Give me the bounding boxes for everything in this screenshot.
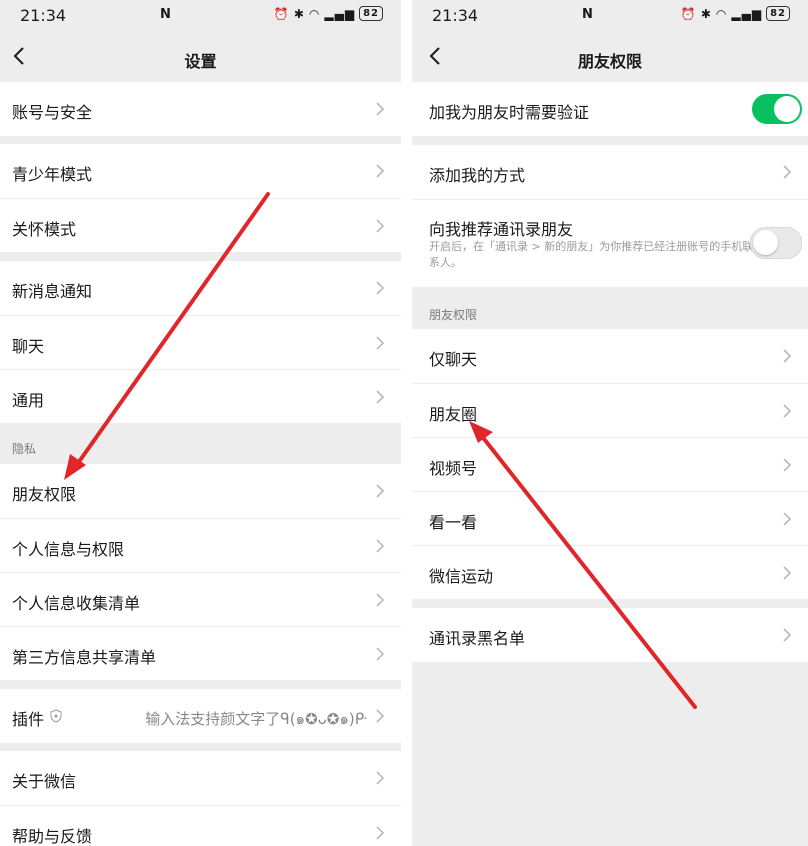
permission-item-chat-only[interactable]: 仅聊天 [412, 329, 808, 383]
settings-item-third-party-list[interactable]: 第三方信息共享清单 [0, 627, 401, 680]
bluetooth-icon: ✱ [293, 6, 305, 21]
item-label: 青少年模式 [12, 165, 93, 184]
chevron-right-icon [376, 538, 385, 553]
item-label: 新消息通知 [12, 282, 93, 301]
chevron-right-icon [376, 335, 385, 350]
item-label: 第三方信息共享清单 [12, 647, 157, 667]
chevron-right-icon [783, 628, 792, 642]
item-label: 微信运动 [429, 566, 494, 586]
wifi-icon: ◠ [715, 6, 728, 21]
settings-item-youth-mode[interactable]: 青少年模式 [0, 144, 401, 198]
item-label: 帮助与反馈 [12, 827, 93, 846]
alarm-icon: ⏰ [680, 6, 697, 21]
battery-icon: 82 [766, 6, 790, 21]
settings-item-care-mode[interactable]: 关怀模式 [0, 199, 401, 252]
plugins-value: 输入法支持颜文字了ᑫ(๑✪ᴗ✪๑)ᑷ [145, 709, 367, 728]
bluetooth-icon: ✱ [700, 6, 712, 21]
chevron-right-icon [783, 349, 792, 363]
chevron-right-icon [376, 646, 385, 661]
signal-icon: ▂▄▆ [324, 6, 356, 21]
nfc-icon: N [160, 7, 171, 22]
status-icons: ⏰ ✱ ◠ ▂▄▆ 82 [274, 6, 383, 21]
chevron-right-icon [376, 709, 385, 723]
item-label: 通讯录黑名单 [429, 629, 526, 648]
chevron-right-icon [783, 457, 792, 472]
section-header-friend-permissions: 朋友权限 [429, 308, 478, 322]
item-label: 视频号 [429, 458, 478, 478]
chevron-right-icon [376, 389, 385, 404]
permission-item-top-stories[interactable]: 看一看 [412, 492, 808, 545]
settings-item-help[interactable]: 帮助与反馈 [0, 806, 401, 846]
status-bar: 21:34 N ⏰ ✱ ◠ ▂▄▆ 82 [412, 0, 808, 34]
permission-item-channels[interactable]: 视频号 [412, 438, 808, 491]
settings-item-about[interactable]: 关于微信 [0, 751, 401, 805]
recommend-contacts-toggle[interactable] [750, 227, 802, 259]
wifi-icon: ◠ [308, 6, 321, 21]
settings-item-personal-info-permissions[interactable]: 个人信息与权限 [0, 519, 401, 572]
chevron-right-icon [376, 102, 385, 116]
chevron-right-icon [783, 511, 792, 526]
item-label: 通用 [12, 390, 45, 410]
alarm-icon: ⏰ [273, 6, 290, 21]
settings-item-personal-info-list[interactable]: 个人信息收集清单 [0, 573, 401, 626]
chevron-right-icon [376, 281, 385, 295]
signal-icon: ▂▄▆ [731, 6, 763, 21]
item-label: 向我推荐通讯录朋友 [429, 220, 574, 239]
setting-add-methods[interactable]: 添加我的方式 [412, 145, 808, 199]
status-time: 21:34 [20, 6, 67, 25]
chevron-right-icon [376, 484, 385, 498]
chevron-right-icon [783, 565, 792, 580]
battery-icon: 82 [359, 6, 383, 21]
recommend-description: 开启后，在「通讯录 > 新的朋友」为你推荐已经注册账号的手机联系人。 [429, 240, 754, 269]
item-label: 加我为朋友时需要验证 [429, 103, 590, 122]
chevron-right-icon [376, 592, 385, 607]
setting-recommend-contacts: 向我推荐通讯录朋友 开启后，在「通讯录 > 新的朋友」为你推荐已经注册账号的手机… [412, 200, 808, 287]
chevron-right-icon [783, 403, 792, 418]
settings-item-general[interactable]: 通用 [0, 370, 401, 423]
permission-item-moments[interactable]: 朋友圈 [412, 384, 808, 437]
item-label: 个人信息与权限 [12, 539, 125, 559]
item-label: 聊天 [12, 336, 45, 356]
settings-item-plugins[interactable]: 插件 输入法支持颜文字了ᑫ(๑✪ᴗ✪๑)ᑷ [0, 689, 401, 743]
permission-item-blacklist[interactable]: 通讯录黑名单 [412, 608, 808, 662]
item-label: 朋友圈 [429, 404, 478, 424]
nav-bar: 朋友权限 [412, 34, 808, 82]
chevron-right-icon [376, 218, 385, 233]
chevron-right-icon [376, 826, 385, 840]
verify-toggle[interactable] [752, 94, 802, 124]
status-bar: 21:34 N ⏰ ✱ ◠ ▂▄▆ 82 [0, 0, 401, 34]
settings-item-chat[interactable]: 聊天 [0, 316, 401, 369]
panel-gap [401, 0, 412, 846]
item-label: 关于微信 [12, 772, 77, 791]
shield-icon [50, 709, 62, 723]
item-label: 插件 [12, 710, 45, 729]
section-header-privacy: 隐私 [12, 442, 37, 456]
chevron-right-icon [376, 771, 385, 785]
friend-permissions-screen: 21:34 N ⏰ ✱ ◠ ▂▄▆ 82 朋友权限 加我为朋友时需要验证 添加我… [412, 0, 808, 846]
settings-item-friend-permissions[interactable]: 朋友权限 [0, 464, 401, 518]
status-icons: ⏰ ✱ ◠ ▂▄▆ 82 [681, 6, 790, 21]
item-label: 个人信息收集清单 [12, 593, 141, 613]
item-label: 添加我的方式 [429, 166, 526, 185]
toggle-knob [774, 96, 800, 122]
item-label: 仅聊天 [429, 350, 478, 369]
chevron-right-icon [376, 164, 385, 178]
settings-item-account-security[interactable]: 账号与安全 [0, 82, 401, 136]
nav-bar: 设置 [0, 34, 401, 82]
status-time: 21:34 [432, 6, 479, 25]
item-label: 朋友权限 [12, 485, 77, 504]
setting-verify-friend: 加我为朋友时需要验证 [412, 82, 808, 136]
item-label: 账号与安全 [12, 103, 93, 122]
chevron-right-icon [783, 165, 792, 179]
page-title: 设置 [184, 52, 217, 71]
permission-item-werun[interactable]: 微信运动 [412, 546, 808, 599]
settings-item-new-message[interactable]: 新消息通知 [0, 261, 401, 315]
item-label: 看一看 [429, 512, 478, 532]
nfc-icon: N [582, 7, 593, 22]
page-title: 朋友权限 [577, 52, 642, 71]
toggle-knob [753, 230, 778, 255]
settings-screen: 21:34 N ⏰ ✱ ◠ ▂▄▆ 82 设置 账号与安全 青少年模式 关怀模式… [0, 0, 401, 846]
item-label: 关怀模式 [12, 219, 77, 239]
